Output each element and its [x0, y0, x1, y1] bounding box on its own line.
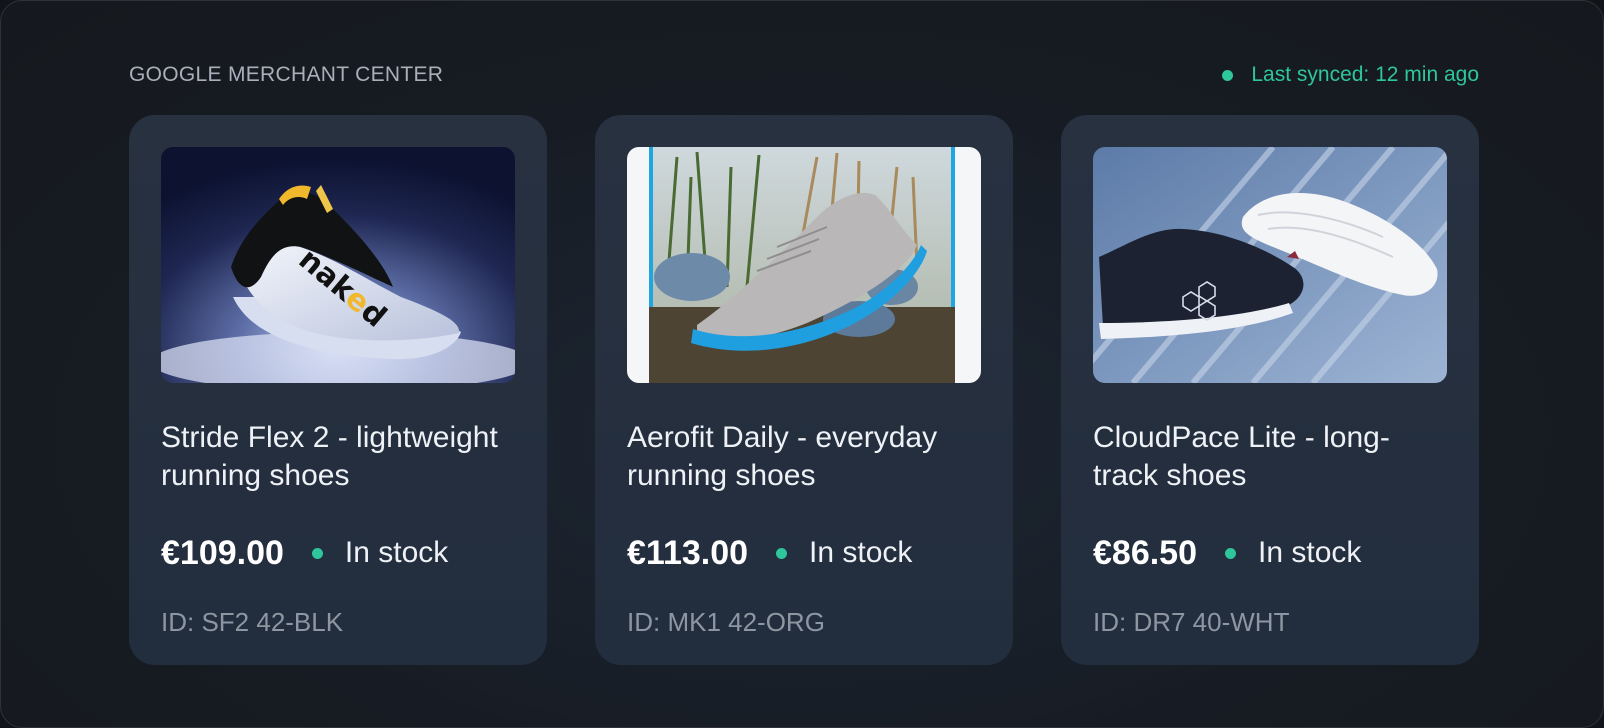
product-id: ID: SF2 42-BLK	[161, 607, 344, 637]
panel-header: GOOGLE MERCHANT CENTER Last synced: 12 m…	[129, 59, 1479, 91]
product-price: €86.50	[1093, 533, 1197, 572]
availability-label: In stock	[344, 536, 449, 569]
product-card[interactable]: Aerofit Daily - everyday running shoes €…	[595, 115, 1013, 665]
availability-label: In stock	[809, 536, 913, 569]
sync-status: Last synced: 12 min ago	[1222, 63, 1479, 87]
product-id: ID: DR7 40-WHT	[1093, 607, 1290, 637]
price-availability-row: €86.50 In stock	[1093, 531, 1361, 575]
product-card-list: naked Stride Flex 2 - lightweight runnin…	[129, 115, 1479, 665]
product-title[interactable]: Aerofit Daily - everyday running shoes	[627, 419, 987, 495]
product-image[interactable]	[1093, 147, 1447, 383]
product-title[interactable]: Stride Flex 2 - lightweight running shoe…	[161, 419, 521, 495]
price-availability-row: €109.00 In stock	[161, 531, 448, 575]
price-availability-row: €113.00 In stock	[627, 531, 912, 575]
sync-status-label: Last synced: 12 min ago	[1251, 63, 1479, 86]
shoe-black-white-image: naked	[161, 147, 515, 383]
in-stock-dot-icon	[776, 547, 788, 559]
product-image[interactable]	[627, 147, 981, 383]
in-stock-dot-icon	[311, 547, 323, 559]
product-price: €113.00	[627, 533, 749, 572]
product-title[interactable]: CloudPace Lite - long-track shoes	[1093, 419, 1453, 495]
product-image[interactable]: naked	[161, 147, 515, 383]
in-stock-dot-icon	[1225, 547, 1236, 559]
product-card[interactable]: naked Stride Flex 2 - lightweight runnin…	[129, 115, 547, 665]
merchant-panel: GOOGLE MERCHANT CENTER Last synced: 12 m…	[0, 0, 1604, 728]
product-card[interactable]: CloudPace Lite - long-track shoes €86.50…	[1061, 115, 1479, 665]
product-id: ID: MK1 42-ORG	[627, 607, 825, 637]
shoe-grey-blue-outdoor-image	[627, 147, 981, 383]
merchant-center-title: GOOGLE MERCHANT CENTER	[129, 63, 444, 86]
availability-label: In stock	[1258, 536, 1362, 569]
product-price: €109.00	[161, 533, 284, 572]
sync-status-dot-icon	[1222, 69, 1234, 81]
shoe-navy-white-deck-image	[1093, 147, 1447, 383]
